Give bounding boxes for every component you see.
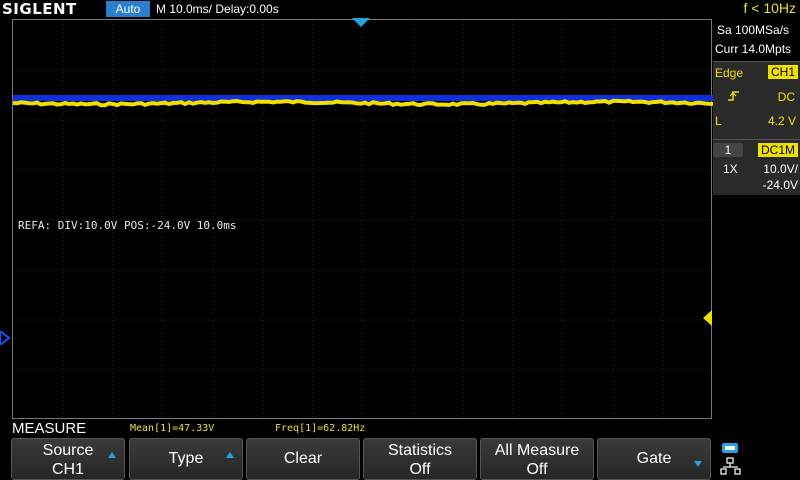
source-softkey[interactable]: Source CH1 — [11, 438, 125, 480]
network-icon — [720, 457, 741, 475]
run-state-badge[interactable]: Auto — [106, 1, 150, 17]
arrow-up-icon — [108, 452, 116, 458]
rising-edge-icon — [728, 91, 739, 101]
arrow-down-icon — [694, 461, 702, 467]
trigger-source: CH1 — [767, 65, 798, 79]
trigger-coupling: DC — [777, 90, 795, 104]
frequency-counter: f < 10Hz — [743, 0, 796, 16]
memory-depth: Curr 14.0Mpts — [715, 42, 792, 56]
mean-measurement: Mean[1]=47.33V — [130, 423, 215, 434]
trigger-level-marker[interactable] — [703, 310, 712, 326]
all-measure-softkey[interactable]: All Measure Off — [480, 438, 594, 480]
channel-coupling: DC1M — [757, 143, 798, 157]
ref-offset-marker[interactable] — [0, 331, 10, 345]
menu-title: MEASURE — [12, 420, 87, 437]
trigger-level-label: L — [715, 114, 722, 128]
channel1-info[interactable]: 1 DC1M 1X 10.0V/ -24.0V — [713, 139, 800, 195]
trigger-type: Edge — [715, 66, 744, 80]
arrow-up-icon — [226, 452, 234, 458]
reference-info-label: REFA: DIV:10.0V POS:-24.0V 10.0ms — [18, 219, 237, 232]
channel-offset: -24.0V — [762, 178, 798, 192]
clear-softkey[interactable]: Clear — [246, 438, 360, 480]
waveform-display[interactable]: REFA: DIV:10.0V POS:-24.0V 10.0ms — [12, 19, 713, 420]
measure-bar: MEASURE Mean[1]=47.33V Freq[1]=62.82Hz — [0, 420, 712, 438]
trigger-position-marker[interactable] — [352, 18, 370, 27]
trigger-level-value: 4.2 V — [767, 114, 796, 128]
gate-softkey[interactable]: Gate — [597, 438, 711, 480]
brand-logo: SIGLENT — [2, 0, 77, 18]
channel-scale: 10.0V/ — [763, 162, 798, 176]
right-info-panel: Sa 100MSa/s Curr 14.0Mpts Edge CH1 DC L … — [713, 19, 800, 419]
acquisition-info: Sa 100MSa/s Curr 14.0Mpts — [713, 19, 800, 61]
type-softkey[interactable]: Type — [129, 438, 243, 480]
statistics-softkey[interactable]: Statistics Off — [363, 438, 477, 480]
sample-rate: Sa 100MSa/s — [717, 23, 790, 37]
freq-measurement: Freq[1]=62.82Hz — [275, 423, 366, 434]
top-status-bar: SIGLENT Auto M 10.0ms/ Delay:0.00s f < 1… — [0, 0, 800, 19]
channel-number: 1 — [713, 143, 743, 157]
timebase-readout: M 10.0ms/ Delay:0.00s — [156, 2, 279, 16]
softkey-row: Source CH1 Type Clear Statistics Off All… — [0, 438, 712, 480]
probe-attenuation: 1X — [723, 162, 738, 176]
status-icons — [720, 443, 741, 475]
ch1-trace — [13, 98, 713, 108]
usb-icon — [722, 443, 738, 453]
